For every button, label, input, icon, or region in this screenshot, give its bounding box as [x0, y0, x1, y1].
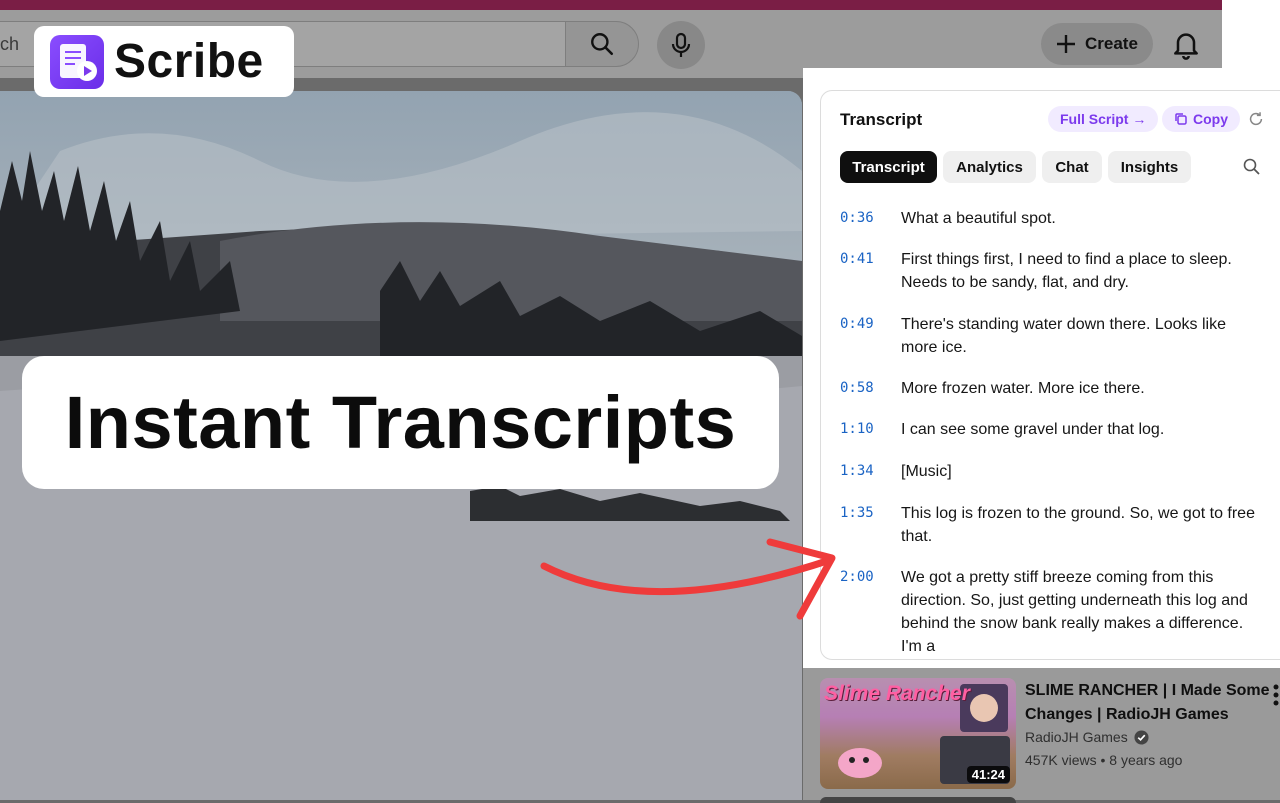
tab-chat-label: Chat	[1055, 158, 1089, 176]
timestamp[interactable]: 1:35	[840, 505, 874, 521]
timestamp[interactable]: 0:36	[840, 210, 874, 226]
video-meta: 457K views • 8 years ago	[1025, 752, 1182, 768]
transcript-text: More frozen water. More ice there.	[901, 380, 1145, 397]
copy-button[interactable]: Copy	[1162, 106, 1240, 132]
pointer-arrow-icon	[540, 538, 836, 620]
tab-chat[interactable]: Chat	[1042, 151, 1102, 183]
recommended-video-title[interactable]: SLIME RANCHER | I Made Some Changes | Ra…	[1025, 679, 1270, 727]
search-input-text: ch	[0, 34, 20, 54]
transcript-text: I can see some gravel under that log.	[901, 421, 1165, 438]
brand-name: Scribe	[114, 35, 264, 88]
voice-search-button[interactable]	[657, 21, 705, 69]
tab-transcript[interactable]: Transcript	[840, 151, 937, 183]
duration-badge: 41:24	[966, 766, 1010, 783]
transcript-text: First things first, I need to find a pla…	[901, 251, 1232, 291]
scribe-logo-card: Scribe	[34, 26, 294, 97]
copy-icon	[1175, 113, 1187, 125]
more-options-icon[interactable]	[1272, 684, 1280, 706]
thumbnail-title-art: Slime Rancher	[824, 682, 970, 705]
create-button[interactable]: Create	[1041, 23, 1153, 65]
channel-name-text: RadioJH Games	[1025, 729, 1128, 745]
copy-label: Copy	[1193, 111, 1228, 127]
transcript-panel: Transcript Full Script → Copy Transcript…	[820, 90, 1280, 660]
search-icon	[591, 33, 614, 56]
full-script-label: Full Script →	[1060, 111, 1147, 127]
scribe-logo-icon	[50, 34, 104, 89]
headline-text: Instant Transcripts	[64, 381, 737, 464]
tab-transcript-label: Transcript	[852, 158, 925, 176]
transcript-text: We got a pretty stiff breeze coming from…	[901, 569, 1248, 655]
tab-analytics-label: Analytics	[956, 158, 1023, 176]
headline-card: Instant Transcripts	[22, 356, 779, 489]
panel-title: Transcript	[840, 110, 923, 129]
microphone-icon	[671, 32, 691, 57]
full-script-button[interactable]: Full Script →	[1048, 106, 1159, 132]
video-thumbnail[interactable]: Slime Rancher 41:24	[820, 678, 1016, 789]
upload-age: 8 years ago	[1109, 752, 1183, 768]
transcript-text: What a beautiful spot.	[901, 210, 1056, 227]
view-count: 457K views	[1025, 752, 1097, 768]
search-button[interactable]	[565, 21, 639, 67]
timestamp[interactable]: 1:10	[840, 421, 874, 437]
meta-separator: •	[1100, 752, 1110, 768]
timestamp[interactable]: 0:49	[840, 316, 874, 332]
tab-analytics[interactable]: Analytics	[943, 151, 1036, 183]
transcript-text: There's standing water down there. Looks…	[901, 316, 1227, 356]
browser-accent-bar	[0, 0, 1222, 10]
timestamp[interactable]: 1:34	[840, 463, 874, 479]
channel-name[interactable]: RadioJH Games	[1025, 729, 1149, 745]
next-thumbnail-edge	[820, 797, 1016, 803]
notifications-bell-icon[interactable]	[1170, 28, 1202, 60]
tab-insights-label: Insights	[1120, 158, 1179, 176]
transcript-text: This log is frozen to the ground. So, we…	[901, 505, 1255, 545]
timestamp[interactable]: 0:58	[840, 380, 874, 396]
refresh-icon[interactable]	[1247, 110, 1265, 128]
transcript-text: [Music]	[901, 463, 952, 480]
header-right-edge	[1222, 0, 1280, 68]
verified-icon	[1134, 729, 1149, 745]
create-label: Create	[1085, 34, 1138, 53]
plus-icon	[1057, 35, 1075, 53]
timestamp[interactable]: 0:41	[840, 251, 874, 267]
transcript-search-icon[interactable]	[1242, 157, 1262, 177]
tab-insights[interactable]: Insights	[1108, 151, 1191, 183]
